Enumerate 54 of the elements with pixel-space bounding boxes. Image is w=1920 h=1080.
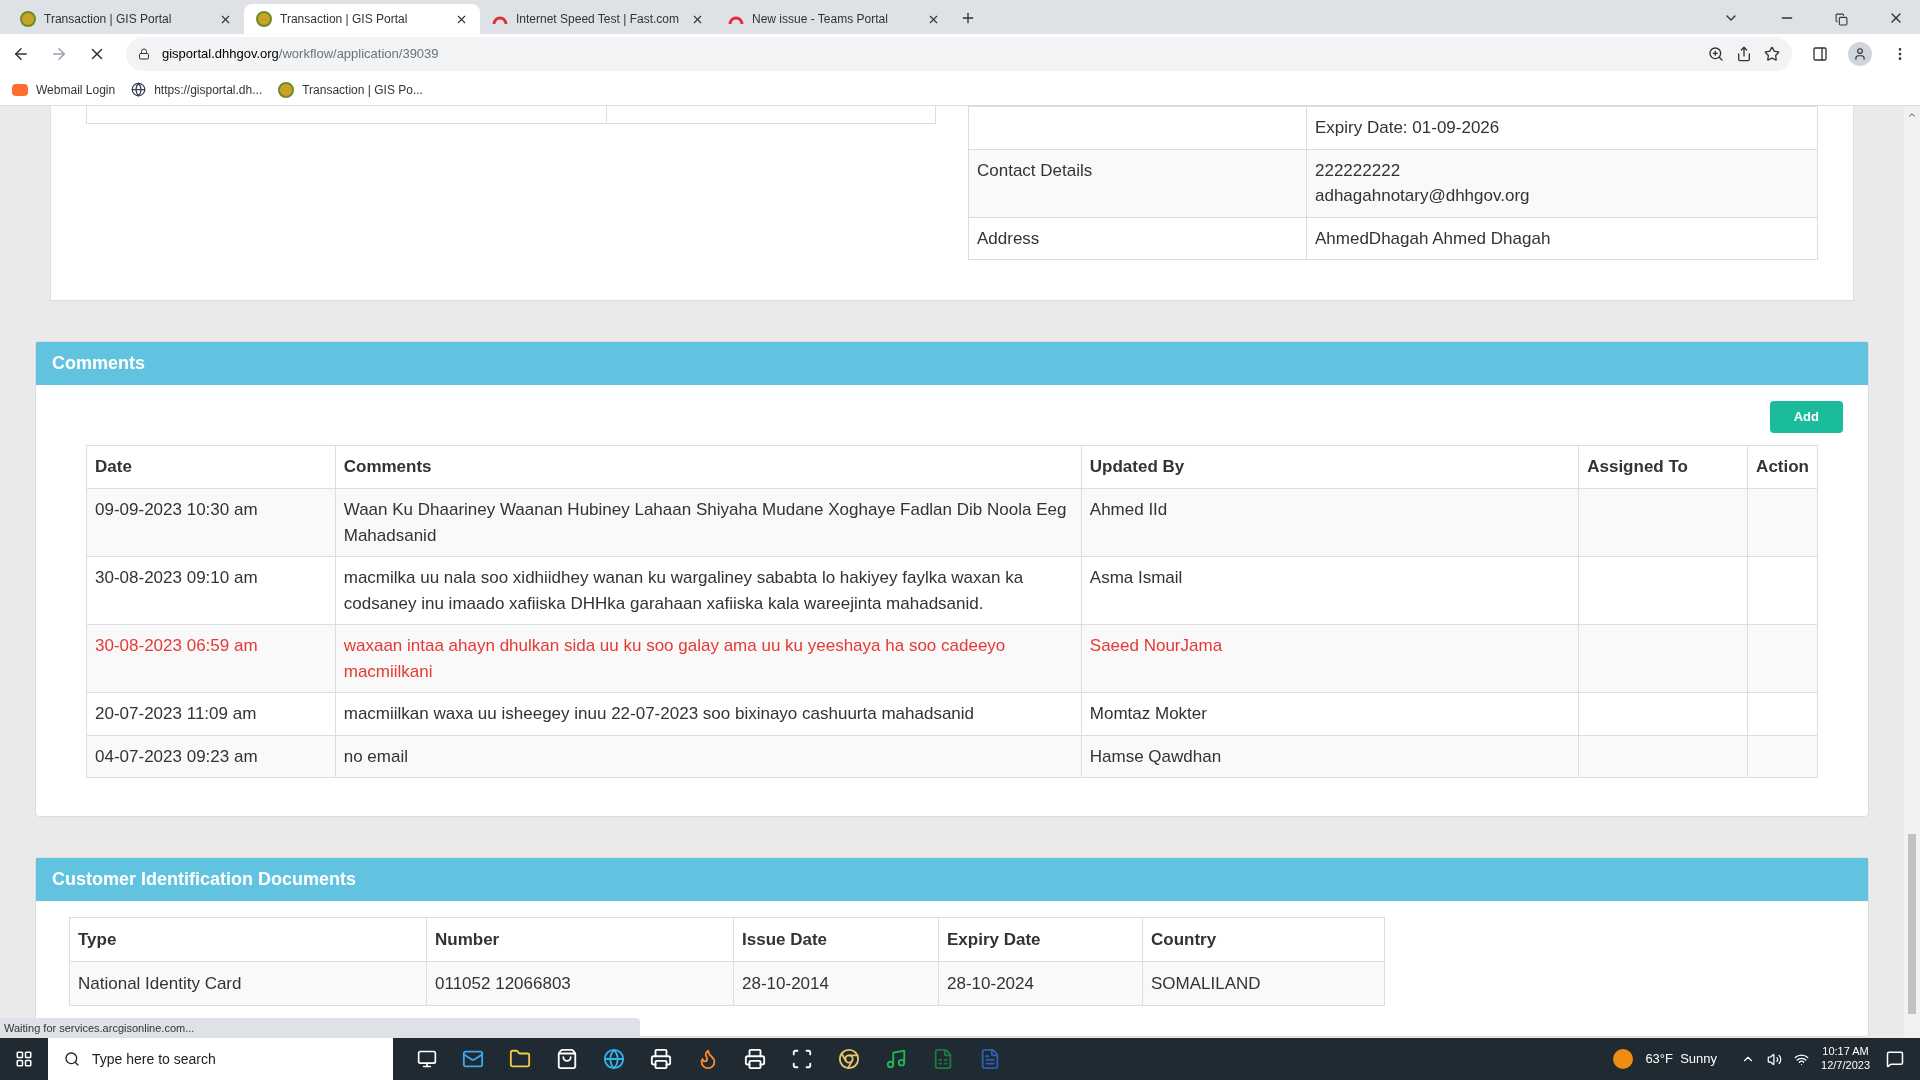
detail-value: 222222222 adhagahnotary@dhhgov.org <box>1306 149 1818 217</box>
table-cell: National Identity Card <box>69 961 427 1006</box>
table-cell: Momtaz Mokter <box>1081 692 1579 735</box>
status-text: Waiting for services.arcgisonline.com... <box>0 1018 640 1038</box>
tab-title: Internet Speed Test | Fast.com <box>516 11 680 28</box>
table-cell: waxaan intaa ahayn dhulkan sida uu ku soo galay ama uu ku yeeshaya ha soo cadeeyo macmiilkani <box>335 624 1082 693</box>
table-cell: Waan Ku Dhaariney Waanan Hubiney Lahaan Shiyaha Mudane Xoghaye Fadlan Dib Noola Eeg Mahadsanid <box>335 488 1082 557</box>
detail-label: Contact Details <box>968 149 1307 217</box>
bookmark[interactable]: Transaction | GIS Po... <box>278 80 423 99</box>
section-title: Comments <box>52 352 145 375</box>
browser-tab[interactable]: New issue - Teams Portal <box>716 4 952 34</box>
column-header: Expiry Date <box>938 917 1143 962</box>
table-cell: Hamse Qawdhan <box>1081 735 1579 778</box>
browser-tab[interactable]: Transaction | GIS Portal <box>8 4 244 34</box>
tab-title: Transaction | GIS Portal <box>280 11 409 28</box>
browser-tab[interactable]: Internet Speed Test | Fast.com <box>480 4 716 34</box>
column-header: Action <box>1747 445 1818 489</box>
column-header: Type <box>69 917 427 962</box>
column-header: Updated By <box>1081 445 1579 489</box>
browser-tab[interactable]: Transaction | GIS Portal <box>244 4 480 34</box>
table-cell: 30-08-2023 09:10 am <box>86 556 336 625</box>
table-cell: Ahmed IId <box>1081 488 1579 557</box>
column-header: Assigned To <box>1578 445 1748 489</box>
bookmark[interactable]: https://gisportal.dh... <box>131 80 263 99</box>
column-header: Country <box>1142 917 1385 962</box>
table-cell: Asma Ismail <box>1081 556 1579 625</box>
table-cell: macmilka uu nala soo xidhiidhey wanan ku wargaliney sababta lo hakiyey faylka waxan ka codsaney inu imaado xafiiska DHHka garahaan xafiiska kala wareejinta mahadsanid. <box>335 556 1082 625</box>
table-cell: 30-08-2023 06:59 am <box>86 624 336 693</box>
table-cell: 28-10-2024 <box>938 961 1143 1006</box>
detail-value: AhmedDhagah Ahmed Dhagah <box>1306 217 1818 260</box>
table-cell: 09-09-2023 10:30 am <box>86 488 336 557</box>
address-bar[interactable]: gisportal.dhhgov.org/workflow/application/39039 <box>126 37 1792 71</box>
detail-label: Address <box>968 217 1307 260</box>
bookmark[interactable]: Webmail Login <box>12 80 116 99</box>
section-title: Customer Identification Documents <box>52 868 357 891</box>
table-cell: SOMALILAND <box>1142 961 1385 1006</box>
clock[interactable]: 10:17 AM 12/7/2023 <box>1821 1045 1870 1073</box>
url-text: gisportal.dhhgov.org/workflow/application/39039 <box>162 45 440 64</box>
column-header: Date <box>86 445 336 489</box>
column-header: Number <box>426 917 734 962</box>
table-cell: 04-07-2023 09:23 am <box>86 735 336 778</box>
tab-title: New issue - Teams Portal <box>752 11 889 28</box>
detail-value: Expiry Date: 01-09-2026 <box>1306 106 1818 149</box>
tab-title: Transaction | GIS Portal <box>44 11 173 28</box>
column-header: Issue Date <box>733 917 939 962</box>
taskbar-search-field[interactable]: Type here to search <box>48 1038 393 1080</box>
weather-text: 63°F Sunny <box>1645 1050 1718 1069</box>
table-cell: macmiilkan waxa uu isheegey inuu 22-07-2023 soo bixinayo cashuurta mahadsanid <box>335 692 1082 735</box>
table-cell: 28-10-2014 <box>733 961 939 1006</box>
table-cell: 20-07-2023 11:09 am <box>86 692 336 735</box>
table-cell: no email <box>335 735 1082 778</box>
column-header: Comments <box>335 445 1082 489</box>
table-cell: 011052 12066803 <box>426 961 734 1006</box>
table-cell: Saeed NourJama <box>1081 624 1579 693</box>
